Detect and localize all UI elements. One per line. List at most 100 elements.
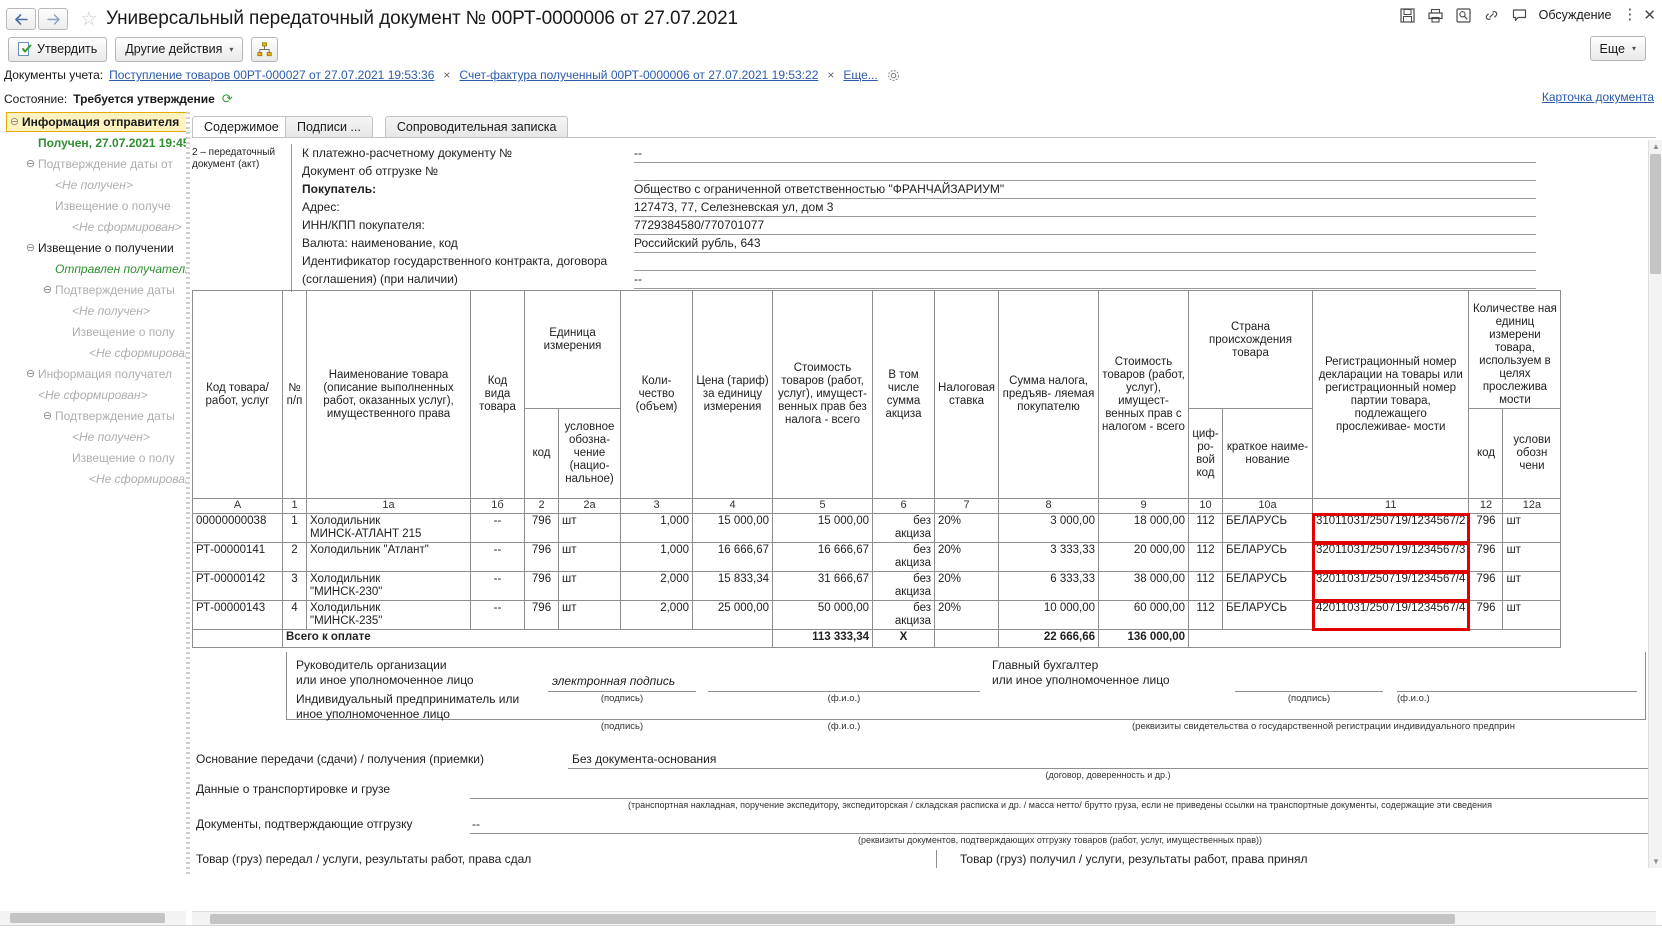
print-icon[interactable] <box>1427 7 1444 24</box>
cell-tax-rate[interactable]: 20% <box>934 571 999 601</box>
collapse-icon[interactable]: ⊖ <box>40 406 55 427</box>
cell-unit-name[interactable]: шт <box>558 600 621 630</box>
cell-trace-code[interactable]: 796 <box>1468 571 1504 601</box>
cell-country-code[interactable]: 112 <box>1188 513 1223 543</box>
cell-country-name[interactable]: БЕЛАРУСЬ <box>1222 513 1313 543</box>
discussion-icon[interactable] <box>1511 7 1528 24</box>
cell-name[interactable]: Холодильник "МИНСК-235" <box>306 600 471 630</box>
tree-item-4[interactable]: <Не получен> <box>40 175 186 196</box>
document-card-link[interactable]: Карточка документа <box>1542 90 1654 104</box>
cell-sum-w-tax[interactable]: 20 000,00 <box>1098 542 1189 572</box>
cell-sum-wo-tax[interactable]: 16 666,67 <box>772 542 873 572</box>
collapse-icon[interactable]: ⊖ <box>23 364 38 385</box>
vertical-scroll-thumb[interactable] <box>1650 154 1661 274</box>
cell-code[interactable]: РТ-00000142 <box>192 571 283 601</box>
cell-code[interactable]: 00000000038 <box>192 513 283 543</box>
cell-sum-wo-tax[interactable]: 31 666,67 <box>772 571 873 601</box>
cell-code[interactable]: РТ-00000141 <box>192 542 283 572</box>
cell-decl-num[interactable]: 32011031/250719/1234567/4 <box>1311 570 1470 602</box>
cell-unit-code[interactable]: 796 <box>524 542 559 572</box>
cell-tax-sum[interactable]: 6 333,33 <box>998 571 1099 601</box>
horizontal-scroll-thumb[interactable] <box>210 914 1455 924</box>
remove-doc-link-1-icon[interactable]: × <box>443 68 450 82</box>
cell-price[interactable]: 15 000,00 <box>692 513 773 543</box>
cell-trace-name[interactable]: шт <box>1502 542 1562 572</box>
scroll-down-icon[interactable]: ▼ <box>1652 857 1660 866</box>
cell-trace-name[interactable]: шт <box>1502 600 1562 630</box>
structure-button[interactable] <box>251 36 279 62</box>
cell-price[interactable]: 16 666,67 <box>692 542 773 572</box>
table-row[interactable]: 00000000038 1 Холодильник МИНСК-АТЛАНТ 215-… <box>192 512 1562 544</box>
cell-country-code[interactable]: 112 <box>1188 571 1223 601</box>
cell-decl-num[interactable]: 32011031/250719/1234567/3 <box>1311 541 1470 573</box>
document-vertical-scrollbar[interactable]: ▲ ▼ <box>1648 140 1662 868</box>
document-horizontal-scrollbar[interactable] <box>192 911 1656 925</box>
tree-item-6[interactable]: <Не сформирован> <box>57 217 186 238</box>
cell-unit-name[interactable]: шт <box>558 513 621 543</box>
cell-kindcode[interactable]: -- <box>470 600 525 630</box>
tree-item-12[interactable]: <Не сформирован> <box>74 343 186 364</box>
tree-item-1[interactable]: ⊖ Информация отправителя <box>6 112 186 132</box>
gear-icon[interactable] <box>887 69 900 82</box>
tree-item-2[interactable]: Получен, 27.07.2021 19:45:4 <box>23 133 186 154</box>
tree-item-13[interactable]: ⊖ Информация получател <box>23 364 186 385</box>
header-field-value-6[interactable]: Российский рубль, 643 <box>634 236 1536 253</box>
scroll-up-icon[interactable]: ▲ <box>1652 142 1660 151</box>
print-preview-icon[interactable] <box>1455 7 1472 24</box>
collapse-icon[interactable]: ⊖ <box>23 238 38 259</box>
favorite-star-icon[interactable]: ☆ <box>76 7 102 31</box>
cell-unit-code[interactable]: 796 <box>524 571 559 601</box>
cell-qty[interactable]: 1,000 <box>620 542 693 572</box>
kebab-menu-icon[interactable]: ⋮ <box>1622 7 1637 22</box>
cell-excise[interactable]: без акциза <box>872 542 935 572</box>
tree-item-16[interactable]: <Не получен> <box>57 427 186 448</box>
cell-trace-name[interactable]: шт <box>1502 513 1562 543</box>
cell-name[interactable]: Холодильник "Атлант" <box>306 542 471 572</box>
header-field-value-4[interactable]: 127473, 77, Селезневская ул, дом 3 <box>634 200 1536 217</box>
cell-unit-name[interactable]: шт <box>558 542 621 572</box>
cell-country-name[interactable]: БЕЛАРУСЬ <box>1222 542 1313 572</box>
cell-qty[interactable]: 2,000 <box>620 600 693 630</box>
cell-unit-name[interactable]: шт <box>558 571 621 601</box>
cell-tax-rate[interactable]: 20% <box>934 513 999 543</box>
tree-item-14[interactable]: <Не сформирован> <box>23 385 186 406</box>
cell-tax-rate[interactable]: 20% <box>934 542 999 572</box>
cell-kindcode[interactable]: -- <box>470 571 525 601</box>
discussion-label[interactable]: Обсуждение <box>1539 8 1612 22</box>
cell-sum-w-tax[interactable]: 60 000,00 <box>1098 600 1189 630</box>
cell-tax-rate[interactable]: 20% <box>934 600 999 630</box>
cell-num[interactable]: 1 <box>282 513 307 543</box>
collapse-icon[interactable]: ⊖ <box>40 280 55 301</box>
cell-country-name[interactable]: БЕЛАРУСЬ <box>1222 600 1313 630</box>
cell-sum-wo-tax[interactable]: 15 000,00 <box>772 513 873 543</box>
cell-decl-num[interactable]: 31011031/250719/1234567/2 <box>1311 512 1470 544</box>
cell-trace-code[interactable]: 796 <box>1468 513 1504 543</box>
header-field-value-8[interactable]: -- <box>634 272 1536 289</box>
cell-num[interactable]: 2 <box>282 542 307 572</box>
collapse-icon[interactable]: ⊖ <box>23 154 38 175</box>
header-field-value-1[interactable]: -- <box>634 146 1536 163</box>
cell-code[interactable]: РТ-00000143 <box>192 600 283 630</box>
tab-3[interactable]: Сопроводительная записка <box>384 116 569 138</box>
cell-unit-code[interactable]: 796 <box>524 600 559 630</box>
tree-item-17[interactable]: Извещение о полу <box>57 448 186 469</box>
tree-horizontal-scrollbar[interactable] <box>0 911 186 925</box>
cell-tax-sum[interactable]: 3 333,33 <box>998 542 1099 572</box>
cell-excise[interactable]: без акциза <box>872 600 935 630</box>
accounting-docs-more-link[interactable]: Еще... <box>843 68 877 82</box>
cell-country-code[interactable]: 112 <box>1188 542 1223 572</box>
cell-sum-w-tax[interactable]: 38 000,00 <box>1098 571 1189 601</box>
refresh-icon[interactable]: ⟳ <box>222 91 233 107</box>
cell-tax-sum[interactable]: 3 000,00 <box>998 513 1099 543</box>
tree-item-10[interactable]: <Не получен> <box>57 301 186 322</box>
other-actions-button[interactable]: Другие действия ▾ <box>115 36 244 62</box>
tree-item-15[interactable]: ⊖ Подтверждение даты <box>40 406 186 427</box>
approve-button[interactable]: Утвердить <box>8 36 108 62</box>
cell-trace-code[interactable]: 796 <box>1468 600 1504 630</box>
cell-unit-code[interactable]: 796 <box>524 513 559 543</box>
table-row[interactable]: РТ-00000141 2 Холодильник "Атлант" -- 796 шт 1… <box>192 541 1562 573</box>
more-button[interactable]: Еще ▾ <box>1589 36 1646 61</box>
cell-price[interactable]: 25 000,00 <box>692 600 773 630</box>
collapse-icon[interactable]: ⊖ <box>7 113 22 131</box>
cell-country-name[interactable]: БЕЛАРУСЬ <box>1222 571 1313 601</box>
